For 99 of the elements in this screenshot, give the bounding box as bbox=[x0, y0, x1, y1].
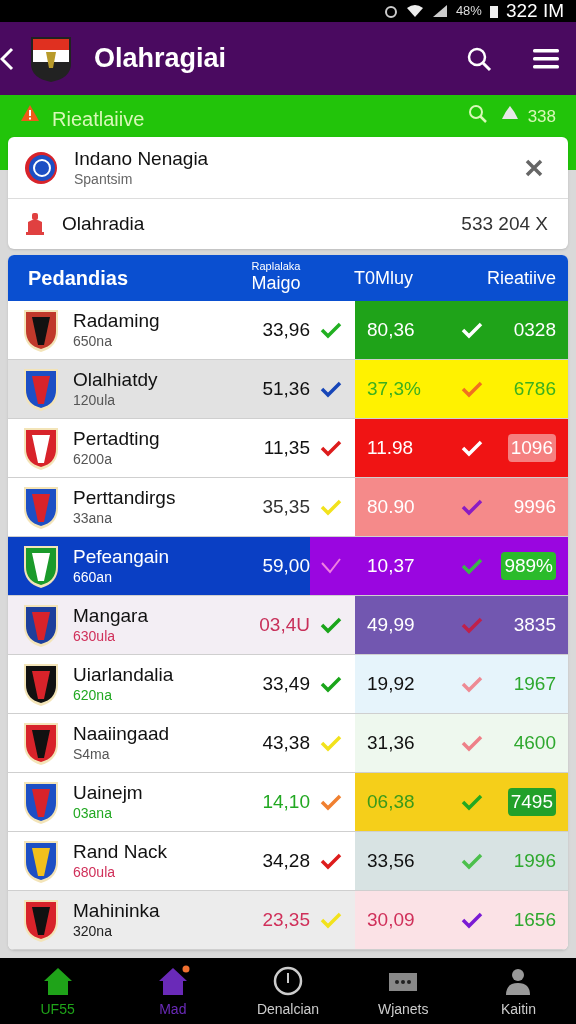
crest-icon bbox=[22, 720, 60, 766]
table-cell-text: 19,92 bbox=[367, 671, 416, 696]
nav-tab[interactable]: Kaitin bbox=[460, 958, 576, 1024]
table-cell-text: 33,56 bbox=[367, 848, 416, 873]
wifi-icon bbox=[405, 4, 424, 18]
battery-icon bbox=[489, 4, 498, 18]
card-title: Indano Nenagia bbox=[74, 146, 210, 171]
team-subtitle: 660an bbox=[73, 569, 113, 587]
table-cell-text: 9996 bbox=[513, 494, 556, 519]
team-name: Naaiingaad bbox=[73, 722, 171, 747]
warning-icon bbox=[20, 104, 40, 122]
crest-icon bbox=[22, 602, 60, 648]
table-cell-text: 80.90 bbox=[367, 494, 416, 519]
club-logo-icon bbox=[24, 150, 58, 185]
crest-icon bbox=[22, 838, 60, 884]
app-title: Olahragiai bbox=[94, 42, 228, 76]
row-background[interactable]: Mangara 630ula 03,4U bbox=[8, 596, 355, 654]
crest-icon bbox=[22, 307, 60, 353]
selected-row-background[interactable]: Pefeangain 660an 59,00 bbox=[8, 537, 310, 595]
row-background[interactable]: Mahininka 320na 23,35 bbox=[8, 891, 355, 949]
team-subtitle: 120ula bbox=[73, 392, 117, 410]
table-cell-text: 03,4U bbox=[259, 612, 310, 637]
search-icon[interactable] bbox=[466, 45, 492, 72]
value-badge: 989% bbox=[501, 551, 556, 581]
table-cell-text: 34,28 bbox=[262, 848, 310, 873]
team-name: Radaming bbox=[73, 309, 161, 334]
team-name: Pertadting bbox=[73, 427, 161, 452]
team-subtitle: 320na bbox=[73, 923, 113, 941]
crest-icon bbox=[22, 425, 60, 471]
table-cell-text: 1967 bbox=[513, 671, 556, 696]
table-cell-text: 3835 bbox=[513, 612, 556, 637]
column-header: Rieatiive bbox=[486, 266, 557, 290]
table-cell-text: 11.98 bbox=[367, 435, 415, 460]
column-header: T0Mluy bbox=[354, 266, 414, 290]
item-label: Olahradia bbox=[62, 211, 146, 236]
team-subtitle: 630ula bbox=[73, 628, 117, 646]
clock-icon bbox=[271, 965, 305, 997]
value-badge: 7495 bbox=[507, 787, 556, 817]
table-cell-text: 49,99 bbox=[367, 612, 416, 637]
bottle-icon bbox=[24, 212, 46, 236]
table-cell-text: 23,35 bbox=[262, 907, 310, 932]
team-subtitle: 650na bbox=[73, 333, 113, 351]
menu-icon[interactable] bbox=[532, 46, 560, 71]
team-subtitle: 680ula bbox=[73, 864, 117, 882]
table-cell-text: 30,09 bbox=[367, 907, 416, 932]
table-cell-text: 31,36 bbox=[367, 730, 416, 755]
crest-icon bbox=[22, 366, 60, 412]
battery-text: 48% bbox=[455, 2, 482, 21]
section-title: Rieatlaiive bbox=[52, 107, 146, 132]
item-value: 533 204 X bbox=[461, 211, 548, 236]
table-cell-text: 80,36 bbox=[367, 317, 416, 342]
team-name: Mahininka bbox=[73, 899, 161, 924]
value-badge: 1096 bbox=[507, 433, 556, 463]
close-icon[interactable] bbox=[524, 157, 544, 178]
table-cell-text: 51,36 bbox=[262, 376, 310, 401]
team-name: Uainejm bbox=[73, 781, 144, 806]
row-background[interactable]: Olalhiatdy 120ula 51,36 bbox=[8, 360, 355, 418]
table-cell-text: 43,38 bbox=[262, 730, 310, 755]
signal-icon bbox=[431, 4, 448, 18]
table-cell-text: 1656 bbox=[513, 907, 556, 932]
team-subtitle: 33ana bbox=[73, 510, 113, 528]
table-cell-text: 06,38 bbox=[367, 789, 416, 814]
table-cell-text: 1996 bbox=[513, 848, 556, 873]
notification-icon bbox=[383, 4, 398, 18]
nav-tab[interactable]: Denalcian bbox=[230, 958, 346, 1024]
nav-tab[interactable]: UF55 bbox=[0, 958, 116, 1024]
team-name: Olalhiatdy bbox=[73, 368, 159, 393]
table-cell-text: 0328 bbox=[513, 317, 556, 342]
team-subtitle: 03ana bbox=[73, 805, 113, 823]
team-subtitle: 6200a bbox=[73, 451, 113, 469]
team-name: Rand Nack bbox=[73, 840, 168, 865]
crest-icon bbox=[22, 779, 60, 825]
crest-icon bbox=[22, 543, 60, 589]
crest-icon bbox=[22, 897, 60, 943]
team-name: Uiarlandalia bbox=[73, 663, 175, 688]
table-cell-text: 14,10 bbox=[262, 789, 310, 814]
table-cell-text: 33,96 bbox=[262, 317, 310, 342]
count-text: 338 bbox=[527, 106, 556, 128]
table-cell-text: 4600 bbox=[513, 730, 556, 755]
card-subtitle: Spantsim bbox=[74, 170, 134, 189]
table-cell-text: 37,3% bbox=[367, 376, 422, 401]
crest-icon bbox=[22, 661, 60, 707]
table-cell-text: 10,37 bbox=[367, 553, 416, 578]
table-cell-text: 11,35 bbox=[263, 435, 310, 460]
column-header: Pedandias bbox=[27, 266, 130, 291]
table-cell-text: 59,00 bbox=[262, 553, 310, 578]
team-name: Perttandirgs bbox=[73, 486, 177, 511]
column-header: Maigo bbox=[251, 272, 301, 295]
team-name: Pefeangain bbox=[73, 545, 171, 570]
nav-tab[interactable]: Wjanets bbox=[345, 958, 461, 1024]
column-header-caption: Raplalaka bbox=[251, 261, 301, 273]
table-cell-text: 33,49 bbox=[262, 671, 310, 696]
team-subtitle: S4ma bbox=[73, 746, 111, 764]
status-time: 322 IM bbox=[505, 0, 564, 23]
table-cell-text: 6786 bbox=[513, 376, 556, 401]
team-subtitle: 620na bbox=[73, 687, 113, 705]
team-name: Mangara bbox=[73, 604, 149, 629]
crest-icon bbox=[22, 484, 60, 530]
table-cell-text: 35,35 bbox=[262, 494, 310, 519]
